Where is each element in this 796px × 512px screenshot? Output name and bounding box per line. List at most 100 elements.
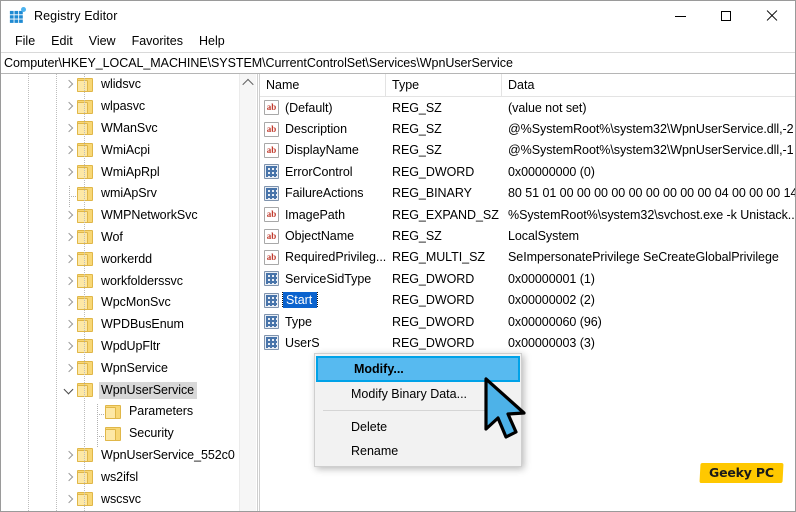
context-menu-item-modify[interactable]: Modify... — [316, 356, 520, 382]
tree-item-label: WmiAcpi — [101, 142, 150, 157]
registry-tree[interactable]: wlidsvc wlpasvc WManSvc WmiAcpi WmiApRpl wmiA… — [1, 74, 239, 511]
tree-item-wpdbusenum[interactable]: WPDBusEnum — [1, 314, 239, 336]
folder-icon — [77, 208, 94, 223]
tree-item-ws2ifsl[interactable]: ws2ifsl — [1, 466, 239, 488]
tree-item-label: WpnUserService_552c0 — [101, 447, 235, 462]
chevron-down-icon[interactable] — [61, 382, 77, 398]
table-row[interactable]: ImagePath REG_EXPAND_SZ %SystemRoot%\syste… — [260, 204, 795, 225]
tree-item-wpcmonsvc[interactable]: WpcMonSvc — [1, 292, 239, 314]
chevron-right-icon[interactable] — [61, 273, 77, 289]
value-name-label: ImagePath — [285, 207, 346, 222]
menu-edit[interactable]: Edit — [43, 32, 81, 51]
registry-path: Computer\HKEY_LOCAL_MACHINE\SYSTEM\Curre… — [4, 56, 513, 70]
value-data-cell: 0x00000000 (0) — [508, 164, 595, 179]
tree-item-parameters[interactable]: Parameters — [1, 401, 239, 426]
value-data-cell: SeImpersonatePrivilege SeCreateGlobalPri… — [508, 250, 779, 265]
chevron-right-icon[interactable] — [61, 251, 77, 267]
binary-value-icon — [264, 335, 279, 351]
tree-item-wscsvc[interactable]: wscsvc — [1, 488, 239, 510]
context-menu[interactable]: Modify... Modify Binary Data... Delete Rena… — [314, 353, 522, 467]
binary-value-icon — [264, 164, 279, 180]
tree-item-wof[interactable]: Wof — [1, 227, 239, 249]
chevron-right-icon[interactable] — [61, 229, 77, 245]
value-data-cell: @%SystemRoot%\system32\WpnUserService.dl… — [508, 143, 794, 158]
registry-editor-icon — [9, 7, 26, 24]
title-bar: Registry Editor — [1, 1, 795, 31]
tree-item-label: wmiApSrv — [101, 186, 157, 201]
binary-value-icon — [264, 314, 279, 330]
chevron-right-icon[interactable] — [61, 99, 77, 115]
table-row[interactable]: Description REG_SZ @%SystemRoot%\system32\… — [260, 118, 795, 139]
chevron-right-icon[interactable] — [61, 295, 77, 311]
table-row[interactable]: RequiredPrivileg... REG_MULTI_SZ SeImperso… — [260, 247, 795, 268]
table-row[interactable]: Start REG_DWORD 0x00000002 (2) — [260, 290, 795, 311]
scroll-up-arrow[interactable] — [240, 74, 256, 91]
context-menu-item-modify-binary-data[interactable]: Modify Binary Data... — [315, 382, 521, 406]
table-row[interactable]: (Default) REG_SZ (value not set) — [260, 97, 795, 118]
tree-item-wmiaprpl[interactable]: WmiApRpl — [1, 161, 239, 183]
value-data-cell: 0x00000060 (96) — [508, 314, 602, 329]
context-menu-item-rename[interactable]: Rename — [315, 439, 521, 463]
table-row[interactable]: ObjectName REG_SZ LocalSystem — [260, 225, 795, 246]
value-data-cell: %SystemRoot%\system32\svchost.exe -k Uni… — [508, 207, 795, 222]
value-data-cell: @%SystemRoot%\system32\WpnUserService.dl… — [508, 122, 794, 137]
value-type-cell: REG_DWORD — [392, 271, 475, 286]
chevron-right-icon[interactable] — [61, 120, 77, 136]
table-row[interactable]: UserS REG_DWORD 0x00000003 (3) — [260, 332, 795, 353]
table-row[interactable]: FailureActions REG_BINARY 80 51 01 00 00 0… — [260, 183, 795, 204]
tree-item-wlidsvc[interactable]: wlidsvc — [1, 74, 239, 96]
tree-item-wmansvc[interactable]: WManSvc — [1, 118, 239, 140]
chevron-right-icon[interactable] — [61, 317, 77, 333]
tree-vertical-scrollbar[interactable] — [239, 74, 256, 511]
value-type-cell: REG_EXPAND_SZ — [392, 207, 499, 222]
chevron-right-icon[interactable] — [61, 491, 77, 507]
column-header-type[interactable]: Type — [386, 74, 502, 97]
table-row[interactable]: Type REG_DWORD 0x00000060 (96) — [260, 311, 795, 332]
value-name-cell: ObjectName — [260, 228, 386, 244]
chevron-right-icon[interactable] — [61, 469, 77, 485]
chevron-right-icon[interactable] — [61, 360, 77, 376]
chevron-right-icon[interactable] — [61, 338, 77, 354]
tree-item-wsearch[interactable]: WSearch — [1, 510, 239, 511]
context-menu-item-delete[interactable]: Delete — [315, 415, 521, 439]
close-button[interactable] — [749, 1, 795, 31]
main-content: wlidsvc wlpasvc WManSvc WmiAcpi WmiApRpl wmiA… — [1, 74, 795, 511]
value-name-cell: UserS — [260, 335, 386, 351]
column-header-data[interactable]: Data — [502, 74, 795, 97]
tree-item-wpdupfltr[interactable]: WpdUpFltr — [1, 336, 239, 358]
minimize-button[interactable] — [657, 1, 703, 31]
column-header-name[interactable]: Name — [260, 74, 386, 97]
tree-item-label: Wof — [101, 229, 123, 244]
menu-help[interactable]: Help — [191, 32, 233, 51]
value-name-label: RequiredPrivileg... — [285, 250, 386, 265]
tree-item-wpnservice[interactable]: WpnService — [1, 357, 239, 379]
chevron-right-icon[interactable] — [61, 142, 77, 158]
address-bar[interactable]: Computer\HKEY_LOCAL_MACHINE\SYSTEM\Curre… — [1, 52, 795, 74]
maximize-button[interactable] — [703, 1, 749, 31]
tree-item-wmpnetworksvc[interactable]: WMPNetworkSvc — [1, 205, 239, 227]
tree-item-workfolderssvc[interactable]: workfolderssvc — [1, 270, 239, 292]
menu-file[interactable]: File — [7, 32, 43, 51]
menu-view[interactable]: View — [81, 32, 124, 51]
string-value-icon — [264, 100, 279, 116]
tree-item-wlpasvc[interactable]: wlpasvc — [1, 96, 239, 118]
tree-item-wmiacpi[interactable]: WmiAcpi — [1, 139, 239, 161]
chevron-right-icon[interactable] — [61, 447, 77, 463]
tree-item-security[interactable]: Security — [1, 423, 239, 448]
table-row[interactable]: ServiceSidType REG_DWORD 0x00000001 (1) — [260, 268, 795, 289]
table-row[interactable]: ErrorControl REG_DWORD 0x00000000 (0) — [260, 161, 795, 182]
tree-item-label: WManSvc — [101, 120, 158, 135]
table-row[interactable]: DisplayName REG_SZ @%SystemRoot%\system32\… — [260, 140, 795, 161]
menu-favorites[interactable]: Favorites — [124, 32, 191, 51]
tree-item-wpnuserservice[interactable]: WpnUserService — [1, 379, 239, 401]
tree-item-wpnuserservice-552c0[interactable]: WpnUserService_552c0 — [1, 445, 239, 467]
tree-item-wmiapsrv[interactable]: wmiApSrv — [1, 183, 239, 208]
value-name-cell: ServiceSidType — [260, 271, 386, 287]
chevron-right-icon[interactable] — [61, 164, 77, 180]
tree-item-workerdd[interactable]: workerdd — [1, 248, 239, 270]
minimize-icon — [674, 15, 686, 17]
chevron-right-icon[interactable] — [61, 208, 77, 224]
folder-icon — [77, 143, 94, 158]
chevron-right-icon[interactable] — [61, 77, 77, 93]
string-value-icon — [264, 249, 279, 265]
